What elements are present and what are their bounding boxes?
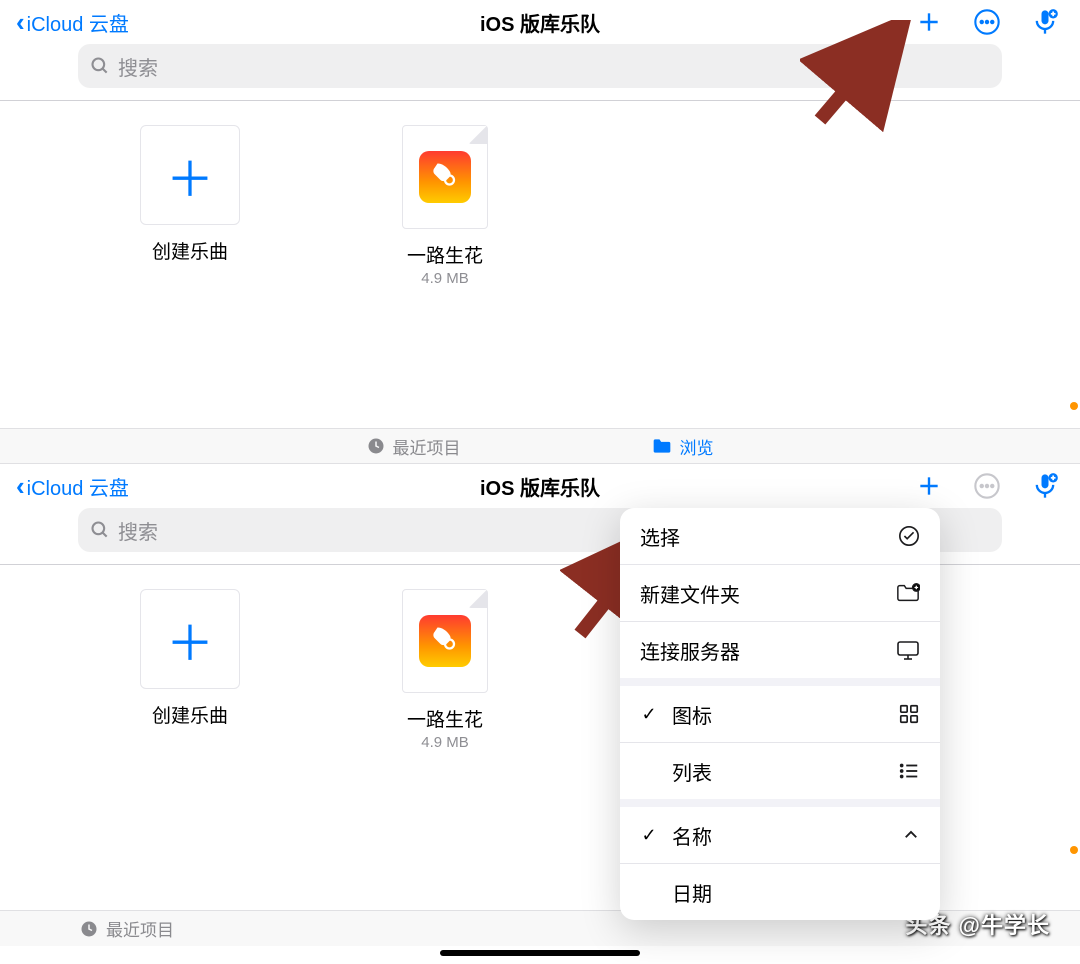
tile-sub: 4.9 MB (421, 734, 469, 751)
home-indicator (440, 950, 640, 956)
display-icon (896, 639, 920, 661)
create-song-tile[interactable]: ＋ 创建乐曲 (130, 589, 250, 751)
more-button[interactable] (972, 7, 1002, 37)
plus-icon (916, 9, 942, 35)
microphone-button[interactable] (1030, 471, 1060, 501)
menu-icon-view[interactable]: ✓ 图标 (620, 686, 940, 742)
tile-label: 创建乐曲 (152, 701, 228, 728)
context-menu: 选择 新建文件夹 连接服务器 ✓ 图标 (620, 508, 940, 920)
nav-bar: ‹ iCloud 云盘 iOS 版库乐队 (0, 0, 1080, 44)
checkmark-icon: ✓ (640, 704, 658, 725)
menu-label: 图标 (672, 700, 712, 729)
back-button[interactable]: ‹ iCloud 云盘 (16, 8, 129, 37)
chevron-left-icon: ‹ (16, 473, 25, 499)
search-icon (90, 56, 110, 76)
search-placeholder: 搜索 (118, 52, 158, 81)
tab-label: 最近项目 (106, 916, 174, 941)
orange-dot (1070, 846, 1078, 854)
back-button[interactable]: ‹ iCloud 云盘 (16, 472, 129, 501)
tile-label: 一路生花 (407, 241, 483, 268)
menu-label: 新建文件夹 (640, 579, 740, 608)
menu-label: 日期 (672, 878, 712, 907)
menu-label: 连接服务器 (640, 636, 740, 665)
garageband-icon (419, 615, 471, 667)
tab-recent[interactable]: 最近项目 (367, 434, 461, 459)
grid-icon (898, 703, 920, 725)
tile-label: 一路生花 (407, 705, 483, 732)
tile-sub: 4.9 MB (421, 270, 469, 287)
file-grid: ＋ 创建乐曲 一路生花 4.9 MB (0, 101, 1080, 327)
plus-icon: ＋ (166, 604, 214, 674)
song-file-tile[interactable]: 一路生花 4.9 MB (385, 125, 505, 287)
more-circle-icon (973, 472, 1001, 500)
clock-icon (367, 437, 385, 455)
plus-icon (916, 473, 942, 499)
list-icon (898, 760, 920, 782)
menu-list-view[interactable]: 列表 (620, 743, 940, 799)
menu-sort-name[interactable]: ✓ 名称 (620, 807, 940, 863)
folder-plus-icon (896, 582, 920, 604)
chevron-left-icon: ‹ (16, 9, 25, 35)
folder-icon (652, 437, 672, 455)
menu-connect-server[interactable]: 连接服务器 (620, 622, 940, 678)
more-button-active[interactable] (972, 471, 1002, 501)
tab-browse[interactable]: 浏览 (652, 434, 714, 459)
clock-icon (80, 920, 98, 938)
menu-label: 选择 (640, 522, 680, 551)
back-label: iCloud 云盘 (27, 472, 129, 501)
garageband-icon (419, 151, 471, 203)
chevron-up-icon (902, 826, 920, 844)
microphone-plus-icon (1031, 472, 1059, 500)
orange-dot (1070, 402, 1078, 410)
tab-label: 浏览 (680, 434, 714, 459)
search-input[interactable]: 搜索 (78, 44, 1002, 88)
plus-icon: ＋ (166, 140, 214, 210)
checkmark-icon: ✓ (640, 825, 658, 846)
search-icon (90, 520, 110, 540)
nav-bar: ‹ iCloud 云盘 iOS 版库乐队 (0, 464, 1080, 508)
microphone-button[interactable] (1030, 7, 1060, 37)
tile-label: 创建乐曲 (152, 237, 228, 264)
add-button[interactable] (914, 7, 944, 37)
back-label: iCloud 云盘 (27, 8, 129, 37)
menu-new-folder[interactable]: 新建文件夹 (620, 565, 940, 621)
check-circle-icon (898, 525, 920, 547)
more-circle-icon (973, 8, 1001, 36)
search-placeholder: 搜索 (118, 516, 158, 545)
tab-recent[interactable]: 最近项目 (80, 916, 174, 941)
microphone-plus-icon (1031, 8, 1059, 36)
menu-sort-date[interactable]: 日期 (620, 864, 940, 920)
menu-label: 名称 (672, 821, 712, 850)
create-song-tile[interactable]: ＋ 创建乐曲 (130, 125, 250, 287)
menu-select[interactable]: 选择 (620, 508, 940, 564)
tab-label: 最近项目 (393, 434, 461, 459)
menu-label: 列表 (672, 757, 712, 786)
add-button[interactable] (914, 471, 944, 501)
song-file-tile[interactable]: 一路生花 4.9 MB (385, 589, 505, 751)
